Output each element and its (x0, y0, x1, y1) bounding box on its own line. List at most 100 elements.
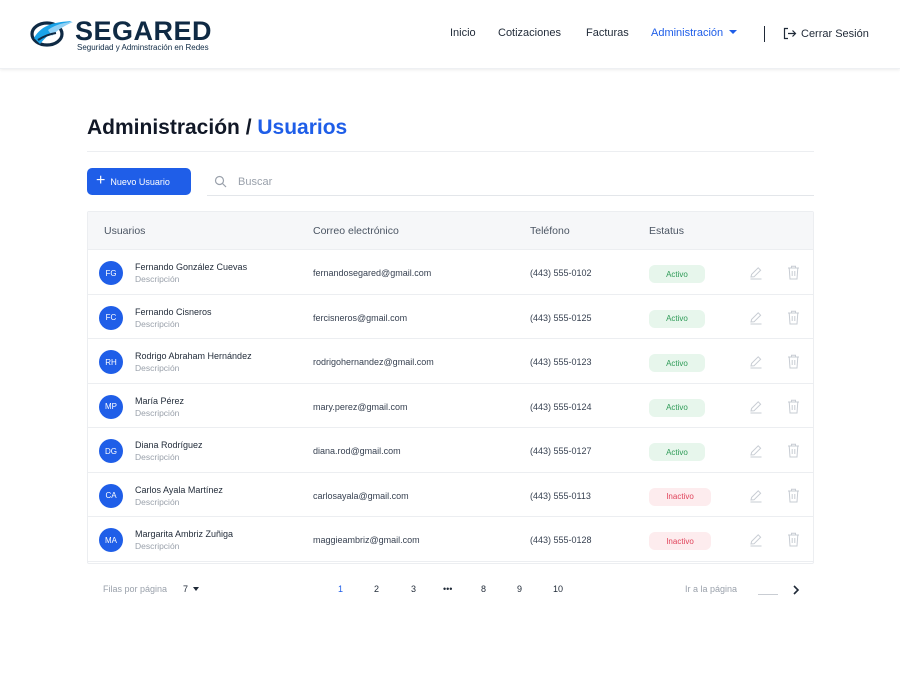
nav-administracion[interactable]: Administración (651, 27, 738, 39)
chevron-down-icon (729, 30, 738, 35)
column-header-telefono[interactable]: Teléfono (530, 225, 570, 237)
trash-icon[interactable] (787, 532, 800, 547)
user-name[interactable]: Diana Rodríguez (135, 440, 203, 450)
edit-icon[interactable] (749, 355, 763, 369)
trash-icon[interactable] (787, 443, 800, 458)
user-name[interactable]: Fernando González Cuevas (135, 262, 247, 272)
edit-icon[interactable] (749, 311, 763, 325)
breadcrumb-current: Usuarios (257, 116, 348, 139)
trash-icon[interactable] (787, 265, 800, 280)
nav-cotizaciones[interactable]: Cotizaciones (498, 27, 561, 39)
page-number[interactable]: 8 (481, 584, 486, 594)
table-row[interactable]: CA Carlos Ayala Martínez Descripción carlos… (88, 472, 813, 517)
search-icon (214, 175, 227, 188)
user-description: Descripción (135, 496, 180, 507)
plus-icon: + (96, 172, 106, 189)
avatar: DG (99, 439, 123, 463)
avatar: RH (99, 350, 123, 374)
status-badge: Inactivo (649, 487, 711, 506)
top-navbar: SEGARED Seguridad y Adminstración en Red… (0, 0, 900, 69)
avatar: MA (99, 528, 123, 552)
user-name[interactable]: Rodrigo Abraham Hernández (135, 351, 252, 361)
avatar: MP (99, 394, 123, 419)
logout-icon (783, 27, 797, 40)
rows-per-page-value: 7 (183, 584, 189, 594)
edit-icon[interactable] (749, 489, 763, 503)
brand-tagline: Seguridad y Adminstración en Redes (77, 43, 209, 52)
column-header-estatus[interactable]: Estatus (649, 225, 684, 237)
page-number[interactable]: 9 (517, 584, 522, 594)
user-description: Descripción (135, 274, 180, 284)
brand-logo[interactable]: SEGARED Seguridad y Adminstración en Red… (30, 16, 230, 56)
status-badge: Activo (649, 265, 705, 283)
table-header: Usuarios Correo electrónico Teléfono Est… (88, 212, 813, 250)
user-name[interactable]: Margarita Ambriz Zuñiga (135, 529, 233, 539)
search-input[interactable] (238, 173, 798, 191)
trash-icon[interactable] (787, 310, 800, 325)
goto-page-input[interactable] (758, 583, 778, 595)
user-phone: (443) 555-0125 (530, 312, 592, 323)
trash-icon[interactable] (787, 488, 800, 503)
nav-divider (764, 26, 765, 42)
avatar: FG (99, 261, 123, 285)
avatar: FC (99, 305, 123, 330)
page-number[interactable]: 2 (374, 584, 379, 594)
chevron-down-icon (193, 587, 200, 591)
new-user-label: Nuevo Usuario (110, 176, 170, 187)
column-header-correo[interactable]: Correo electrónico (313, 225, 399, 237)
breadcrumb-separator: / (239, 116, 258, 139)
user-email: diana.rod@gmail.com (313, 446, 401, 456)
logout-label: Cerrar Sesión (801, 27, 869, 40)
status-badge: Activo (649, 443, 705, 461)
trash-icon[interactable] (787, 354, 800, 369)
status-badge: Inactivo (649, 532, 711, 550)
page-number[interactable]: 1 (338, 584, 343, 594)
user-phone: (443) 555-0124 (530, 401, 592, 412)
page-ellipsis[interactable]: ••• (443, 584, 452, 594)
page-title: Administración / Usuarios (87, 116, 347, 140)
user-phone: (443) 555-0102 (530, 268, 592, 278)
user-phone: (443) 555-0113 (530, 490, 591, 501)
table-row[interactable]: DG Diana Rodríguez Descripción diana.rod@gm… (88, 428, 813, 473)
user-phone: (443) 555-0123 (530, 357, 592, 367)
breadcrumb-section[interactable]: Administración (87, 116, 240, 139)
user-email: rodrigohernandez@gmail.com (313, 357, 434, 367)
page-number[interactable]: 3 (411, 584, 416, 594)
table-row[interactable]: MA Margarita Ambriz Zuñiga Descripción magg… (88, 517, 813, 562)
trash-icon[interactable] (787, 399, 800, 414)
table-row[interactable]: FC Fernando Cisneros Descripción fercisnero… (88, 294, 813, 339)
page-number[interactable]: 10 (553, 584, 563, 594)
table-row[interactable]: MP María Pérez Descripción mary.perez@gmail… (88, 383, 813, 428)
user-name[interactable]: María Pérez (135, 396, 184, 406)
column-header-usuarios[interactable]: Usuarios (104, 225, 145, 237)
user-phone: (443) 555-0127 (530, 446, 592, 456)
edit-icon[interactable] (749, 533, 763, 547)
edit-icon[interactable] (749, 400, 763, 414)
edit-icon[interactable] (749, 266, 763, 280)
edit-icon[interactable] (749, 444, 763, 458)
status-badge: Activo (649, 354, 705, 372)
rows-per-page-label: Filas por página (103, 584, 168, 594)
user-name[interactable]: Carlos Ayala Martínez (135, 485, 223, 495)
user-name[interactable]: Fernando Cisneros (135, 307, 212, 317)
next-page-button[interactable] (789, 582, 803, 598)
user-email: fercisneros@gmail.com (313, 312, 408, 323)
rows-per-page-select[interactable]: 7 (183, 584, 200, 594)
table-row[interactable]: FG Fernando González Cuevas Descripción fer… (88, 250, 813, 295)
user-description: Descripción (135, 541, 180, 551)
nav-inicio[interactable]: Inicio (450, 27, 476, 39)
status-badge: Activo (649, 398, 705, 417)
user-email: fernandosegared@gmail.com (313, 268, 432, 278)
user-description: Descripción (135, 407, 180, 418)
user-description: Descripción (135, 318, 180, 329)
user-email: maggieambriz@gmail.com (313, 535, 420, 545)
table-row[interactable]: RH Rodrigo Abraham Hernández Descripción ro… (88, 339, 813, 384)
logout-button[interactable]: Cerrar Sesión (783, 27, 869, 40)
user-description: Descripción (135, 452, 180, 462)
nav-facturas[interactable]: Facturas (586, 27, 629, 39)
new-user-button[interactable]: + Nuevo Usuario (87, 168, 191, 195)
title-divider (87, 151, 814, 152)
search-bar (207, 168, 814, 196)
status-badge: Activo (649, 309, 705, 328)
goto-page-label: Ir a la página (685, 584, 738, 594)
